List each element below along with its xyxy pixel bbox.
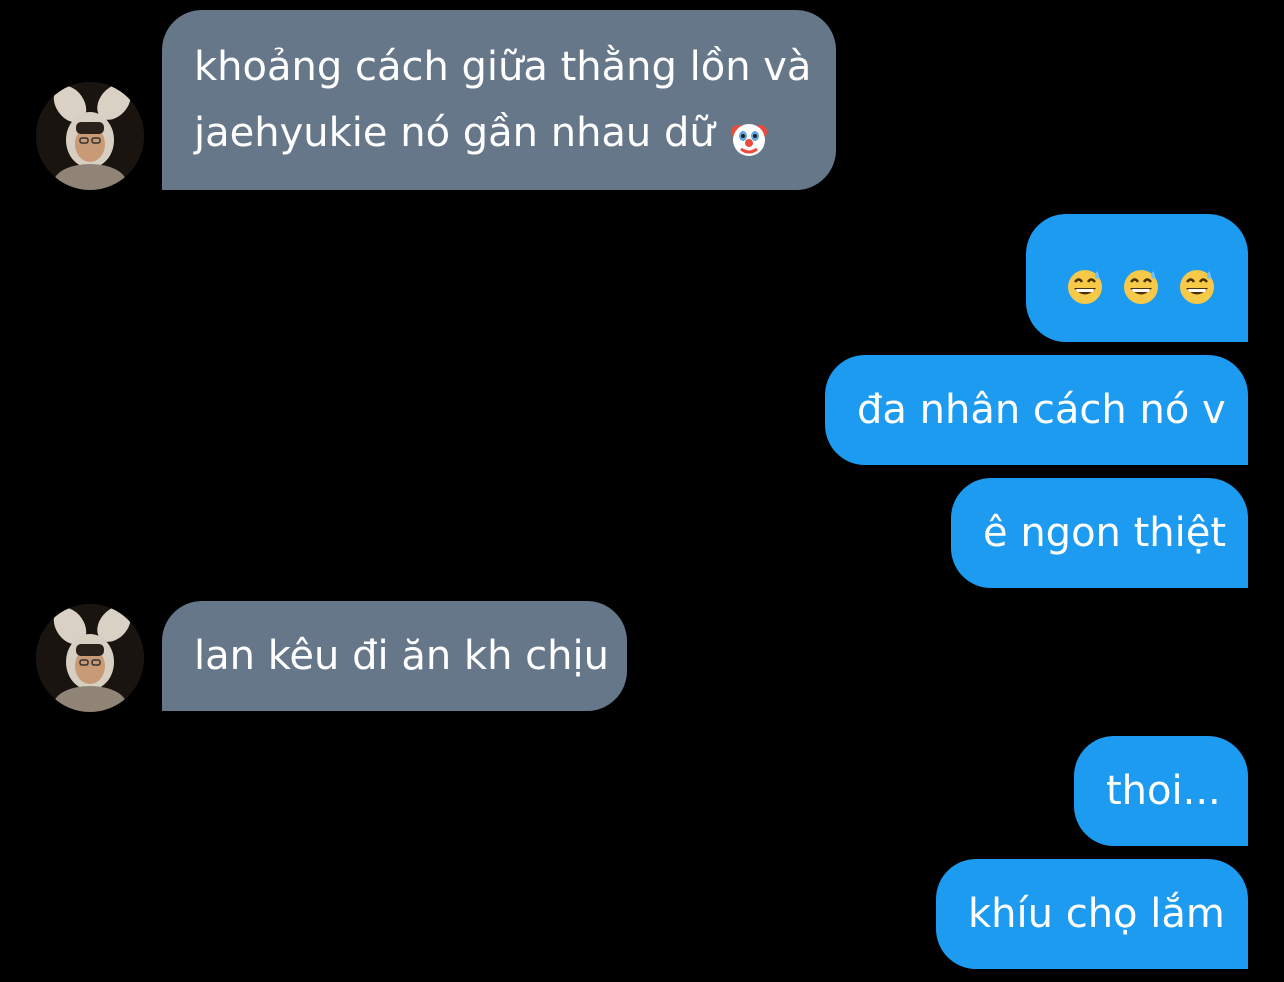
sender-avatar[interactable] [36,82,144,190]
message-text: thoi... [1106,768,1221,814]
sender-avatar[interactable] [36,604,144,712]
outgoing-message[interactable] [1026,214,1248,342]
emoji-row [1058,214,1216,342]
message-text: khíu chọ lắm [968,891,1225,937]
grinning-sweat-icon [1178,259,1216,304]
incoming-message[interactable]: khoảng cách giữa thằng lồn và jaehyukie … [162,10,836,190]
incoming-message[interactable]: lan kêu đi ăn kh chịu [162,601,627,711]
message-text-line-2: jaehyukie nó gần nhau dữ [194,100,804,166]
message-text: ê ngon thiệt [983,510,1227,556]
grinning-sweat-icon [1066,259,1104,304]
clown-face-icon [729,113,769,156]
outgoing-message[interactable]: ê ngon thiệt [951,478,1248,588]
message-text: đa nhân cách nó v [857,387,1226,433]
avatar-photo-icon [36,604,144,712]
message-text-line-2-text: jaehyukie nó gần nhau dữ [194,110,715,156]
message-text-line-1: khoảng cách giữa thằng lồn và [194,44,812,90]
outgoing-message[interactable]: đa nhân cách nó v [825,355,1248,465]
avatar-photo-icon [36,82,144,190]
outgoing-message[interactable]: khíu chọ lắm [936,859,1248,969]
outgoing-message[interactable]: thoi... [1074,736,1248,846]
message-text: lan kêu đi ăn kh chịu [194,633,609,679]
grinning-sweat-icon [1122,259,1160,304]
